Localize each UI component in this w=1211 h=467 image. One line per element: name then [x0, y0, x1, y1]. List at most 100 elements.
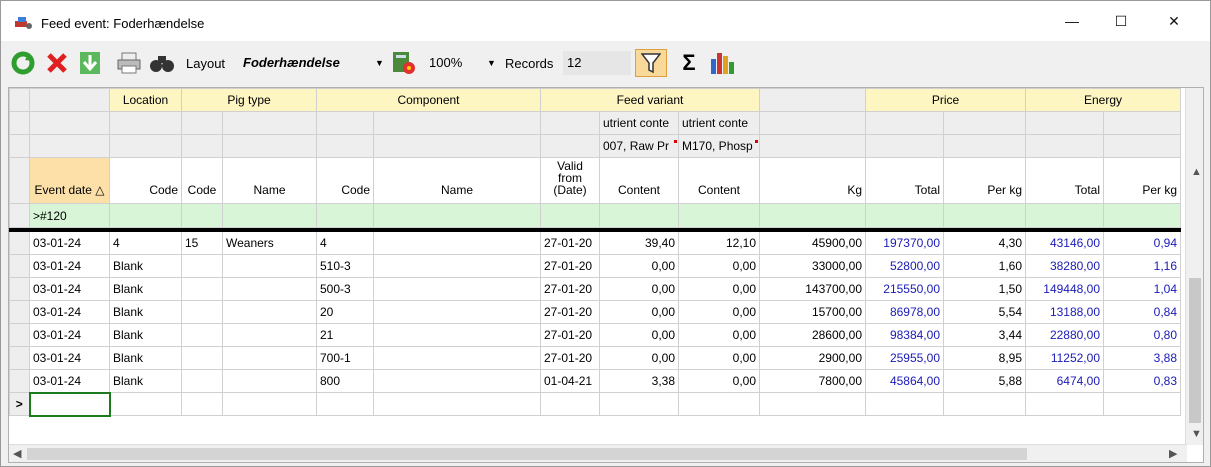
cell-content-2[interactable]: 0,00 — [678, 369, 760, 393]
filter-cell[interactable] — [540, 203, 600, 228]
new-row-cell[interactable] — [759, 392, 866, 416]
cell-content-1[interactable]: 0,00 — [599, 277, 679, 301]
cell-energy-total[interactable]: 11252,00 — [1025, 346, 1104, 370]
horizontal-scroll-thumb[interactable] — [27, 448, 1027, 460]
new-row-cell[interactable] — [865, 392, 944, 416]
column-header-component-name[interactable]: Name — [373, 157, 541, 204]
cell-valid-from[interactable]: 27-01-20 — [540, 346, 600, 370]
filter-cell[interactable] — [678, 203, 760, 228]
cell-valid-from[interactable]: 01-04-21 — [540, 369, 600, 393]
cell-kg[interactable]: 33000,00 — [759, 254, 866, 278]
cell-content-1[interactable]: 0,00 — [599, 323, 679, 347]
horizontal-scrollbar[interactable]: ◀ ▶ — [9, 444, 1187, 462]
cell-location-code[interactable]: Blank — [109, 369, 182, 393]
chart-icon[interactable] — [707, 49, 737, 77]
cell-valid-from[interactable]: 27-01-20 — [540, 323, 600, 347]
new-row-cell[interactable] — [1103, 392, 1181, 416]
filter-cell[interactable] — [222, 203, 317, 228]
cell-price-per-kg[interactable]: 1,60 — [943, 254, 1026, 278]
cell-energy-total[interactable]: 13188,00 — [1025, 300, 1104, 324]
new-row-cell[interactable] — [373, 392, 541, 416]
cell-pig-name[interactable]: Weaners — [222, 231, 317, 255]
cell-energy-total[interactable]: 38280,00 — [1025, 254, 1104, 278]
cell-location-code[interactable]: Blank — [109, 346, 182, 370]
cell-pig-name[interactable] — [222, 277, 317, 301]
cell-price-total[interactable]: 98384,00 — [865, 323, 944, 347]
cell-price-per-kg[interactable]: 4,30 — [943, 231, 1026, 255]
cell-event-date[interactable]: 03-01-24 — [29, 323, 110, 347]
cell-energy-per-kg[interactable]: 3,88 — [1103, 346, 1181, 370]
cell-price-per-kg[interactable]: 5,54 — [943, 300, 1026, 324]
cell-content-2[interactable]: 0,00 — [678, 277, 760, 301]
delete-icon[interactable] — [43, 49, 71, 77]
cell-event-date[interactable]: 03-01-24 — [29, 254, 110, 278]
cell-energy-total[interactable]: 6474,00 — [1025, 369, 1104, 393]
cell-location-code[interactable]: 4 — [109, 231, 182, 255]
table-row[interactable]: 03-01-24 Blank 700-1 27-01-20 0,00 0,00 … — [9, 346, 1181, 370]
cell-price-total[interactable]: 25955,00 — [865, 346, 944, 370]
close-button[interactable]: ✕ — [1151, 1, 1197, 41]
cell-location-code[interactable]: Blank — [109, 254, 182, 278]
cell-pig-code[interactable] — [181, 369, 223, 393]
table-row[interactable]: 03-01-24 Blank 21 27-01-20 0,00 0,00 286… — [9, 323, 1181, 347]
row-selector[interactable] — [9, 369, 30, 393]
scroll-down-icon[interactable]: ▼ — [1191, 428, 1202, 440]
row-selector[interactable] — [9, 254, 30, 278]
cell-energy-per-kg[interactable]: 1,16 — [1103, 254, 1181, 278]
row-selector[interactable] — [9, 231, 30, 255]
cell-kg[interactable]: 143700,00 — [759, 277, 866, 301]
cell-event-date[interactable]: 03-01-24 — [29, 231, 110, 255]
cell-component-code[interactable]: 21 — [316, 323, 374, 347]
cell-price-per-kg[interactable]: 8,95 — [943, 346, 1026, 370]
filter-cell[interactable] — [1103, 203, 1181, 228]
cell-content-2[interactable]: 0,00 — [678, 300, 760, 324]
column-header-content-2[interactable]: Content — [678, 157, 760, 204]
cell-energy-total[interactable]: 149448,00 — [1025, 277, 1104, 301]
cell-component-name[interactable] — [373, 346, 541, 370]
cell-pig-code[interactable] — [181, 300, 223, 324]
column-header-component-code[interactable]: Code — [316, 157, 374, 204]
maximize-button[interactable]: ☐ — [1098, 1, 1144, 41]
new-row-cell[interactable] — [222, 392, 317, 416]
cell-energy-per-kg[interactable]: 1,04 — [1103, 277, 1181, 301]
new-row-cell[interactable] — [599, 392, 679, 416]
filter-cell[interactable] — [373, 203, 541, 228]
filter-icon[interactable] — [635, 49, 667, 77]
binoculars-icon[interactable] — [147, 49, 177, 77]
scroll-left-icon[interactable]: ◀ — [13, 447, 21, 460]
filter-cell[interactable] — [599, 203, 679, 228]
cell-event-date[interactable]: 03-01-24 — [29, 277, 110, 301]
vertical-scrollbar[interactable]: ▲ ▼ — [1185, 88, 1203, 445]
vertical-scroll-thumb[interactable] — [1189, 278, 1201, 423]
cell-kg[interactable]: 2900,00 — [759, 346, 866, 370]
new-row-cell[interactable] — [316, 392, 374, 416]
row-selector[interactable] — [9, 300, 30, 324]
cell-pig-name[interactable] — [222, 369, 317, 393]
row-selector[interactable] — [9, 323, 30, 347]
cell-valid-from[interactable]: 27-01-20 — [540, 300, 600, 324]
cell-kg[interactable]: 45900,00 — [759, 231, 866, 255]
cell-price-total[interactable]: 197370,00 — [865, 231, 944, 255]
cell-component-code[interactable]: 510-3 — [316, 254, 374, 278]
print-icon[interactable] — [115, 49, 143, 77]
cell-pig-name[interactable] — [222, 323, 317, 347]
cell-component-code[interactable]: 20 — [316, 300, 374, 324]
cell-content-1[interactable]: 0,00 — [599, 346, 679, 370]
new-row-cell[interactable] — [943, 392, 1026, 416]
cell-energy-per-kg[interactable]: 0,94 — [1103, 231, 1181, 255]
cell-price-per-kg[interactable]: 1,50 — [943, 277, 1026, 301]
layout-select[interactable]: Foderhændelse — [237, 51, 387, 75]
table-row[interactable]: 03-01-24 Blank 800 01-04-21 3,38 0,00 78… — [9, 369, 1181, 393]
new-row-event-date-input[interactable] — [28, 391, 111, 417]
cell-location-code[interactable]: Blank — [109, 277, 182, 301]
cell-component-name[interactable] — [373, 254, 541, 278]
zoom-dropdown-icon[interactable]: ▼ — [487, 58, 496, 68]
cell-component-name[interactable] — [373, 300, 541, 324]
cell-price-total[interactable]: 86978,00 — [865, 300, 944, 324]
cell-price-total[interactable]: 215550,00 — [865, 277, 944, 301]
cell-pig-name[interactable] — [222, 346, 317, 370]
cell-location-code[interactable]: Blank — [109, 323, 182, 347]
cell-energy-per-kg[interactable]: 0,83 — [1103, 369, 1181, 393]
cell-event-date[interactable]: 03-01-24 — [29, 369, 110, 393]
column-header-location-code[interactable]: Code — [109, 157, 182, 204]
